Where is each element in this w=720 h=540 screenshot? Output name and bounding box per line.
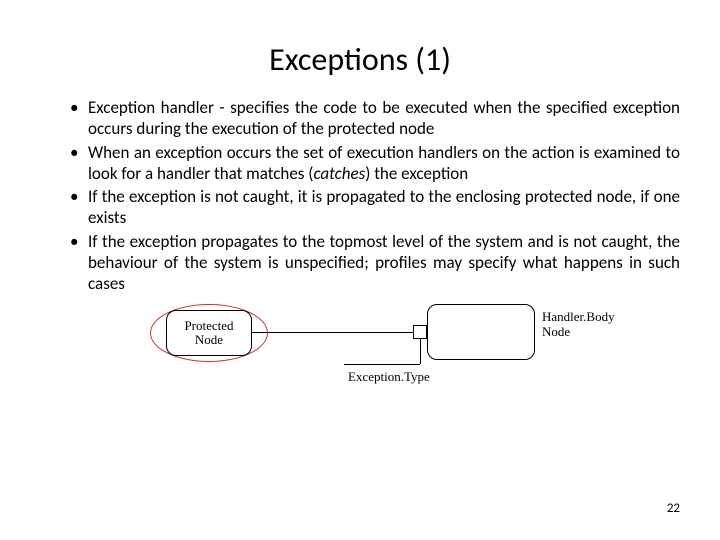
page-number: 22 [667, 501, 680, 516]
slide-title: Exceptions (1) [150, 40, 570, 79]
bullet-text-italic: catches [313, 163, 365, 184]
handler-body-label-l1: Handler.Body [542, 309, 615, 324]
bullet-item: If the exception is not caught, it is pr… [70, 186, 680, 229]
handler-body-label: Handler.Body Node [542, 310, 615, 340]
bullet-text: Exception handler - specifies the code t… [88, 97, 680, 139]
handler-body-label-l2: Node [542, 324, 570, 339]
protected-node-label-l1: Protected [184, 318, 233, 333]
bullet-list: Exception handler - specifies the code t… [40, 97, 680, 294]
exception-type-connector-h [344, 364, 420, 365]
protected-node-box: Protected Node [166, 310, 252, 356]
diagram: Protected Node Handler.Body Node Excepti… [40, 304, 680, 404]
slide: Exceptions (1) Exception handler - speci… [0, 0, 720, 540]
bullet-text: If the exception is not caught, it is pr… [88, 186, 680, 228]
bullet-item: If the exception propagates to the topmo… [70, 231, 680, 295]
bullet-item: Exception handler - specifies the code t… [70, 97, 680, 140]
port-square [413, 325, 427, 339]
exception-type-label: Exception.Type [348, 369, 430, 385]
bullet-text: ) the exception [365, 163, 468, 184]
protected-node-label-l2: Node [195, 332, 223, 347]
bullet-text: If the exception propagates to the topmo… [88, 231, 680, 295]
exception-type-connector-v [420, 339, 421, 364]
bullet-item: When an exception occurs the set of exec… [70, 142, 680, 185]
connector-line [252, 332, 420, 333]
handler-body-node-box [427, 304, 535, 360]
